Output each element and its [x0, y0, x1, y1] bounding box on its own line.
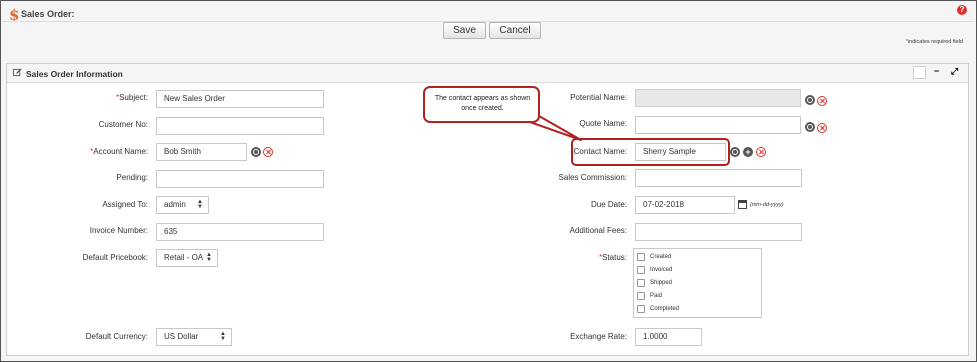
- callout-line-2: once created.: [461, 105, 504, 112]
- sales-order-screen: $ Sales Order: ? Save Cancel *indicates …: [0, 0, 977, 362]
- callout-pointer: [526, 115, 582, 141]
- callout-text: The contact appears as shown once create…: [429, 94, 536, 114]
- annotation-callout: The contact appears as shown once create…: [423, 86, 540, 123]
- callout-line-1: The contact appears as shown: [434, 95, 531, 102]
